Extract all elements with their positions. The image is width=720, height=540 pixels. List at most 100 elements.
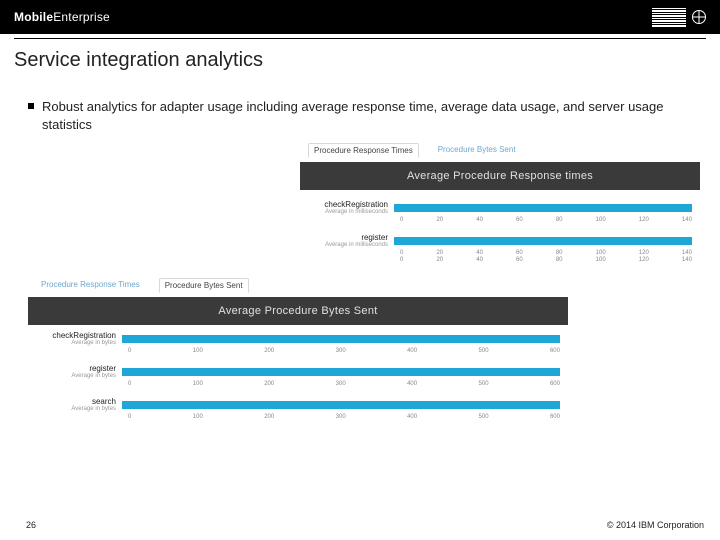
tick: 0 [128,381,131,387]
tick: 500 [479,381,489,387]
bar-label: search Average in bytes [36,397,122,412]
bar-label-sub: Average in milliseconds [308,242,388,248]
tick: 200 [264,381,274,387]
bar-track [394,204,692,212]
tick: 400 [407,348,417,354]
bar-row: checkRegistration Average in millisecond… [300,194,700,215]
tick: 40 [476,217,483,223]
axis: 0 20 40 60 80 100 120 140 [300,215,700,227]
bar-fill [122,401,560,409]
axis: 0 100 200 300 400 500 600 [28,379,568,391]
tick: 600 [550,348,560,354]
brand-right [652,8,706,27]
tick: 60 [516,217,523,223]
tick: 60 [516,250,523,256]
tick: 20 [436,217,443,223]
bar-fill [394,237,692,245]
tick: 600 [550,414,560,420]
bar-track [122,401,560,409]
response-bars: checkRegistration Average in millisecond… [300,190,700,260]
brand-light: Enterprise [53,10,110,24]
tick: 600 [550,381,560,387]
bar-label: register Average in milliseconds [308,233,394,248]
tick: 0 [400,257,403,263]
axis-orphan: 0 20 40 60 80 100 120 140 [300,257,700,263]
tab-bytes-sent[interactable]: Procedure Bytes Sent [159,278,249,293]
tick: 80 [556,250,563,256]
figure-area: Procedure Response Times Procedure Bytes… [0,139,720,499]
tick: 100 [596,250,606,256]
bar-label-sub: Average in bytes [36,373,116,379]
bullet-icon [28,103,34,109]
axis: 0 100 200 300 400 500 600 [28,412,568,424]
tick: 100 [596,257,606,263]
page-title: Service integration analytics [0,39,720,72]
bar-label-text: checkRegistration [324,200,388,209]
bar-label-sub: Average in bytes [36,340,116,346]
tab-bytes-sent[interactable]: Procedure Bytes Sent [433,143,521,158]
tick: 40 [476,250,483,256]
tick: 200 [264,414,274,420]
bar-track [122,335,560,343]
tick: 120 [639,217,649,223]
tick: 300 [336,414,346,420]
tick: 120 [639,250,649,256]
tick: 60 [516,257,523,263]
bytes-bars: checkRegistration Average in bytes 0 100… [28,325,568,424]
tick: 0 [400,250,403,256]
tab-response-times[interactable]: Procedure Response Times [36,278,145,293]
tick: 120 [639,257,649,263]
bar-row: register Average in milliseconds [300,227,700,248]
tick: 140 [682,250,692,256]
tick: 500 [479,414,489,420]
tick: 100 [193,414,203,420]
bar-label-text: register [89,364,116,373]
tick: 0 [400,217,403,223]
bar-label: checkRegistration Average in bytes [36,331,122,346]
panel-bytes-sent: Procedure Response Times Procedure Bytes… [28,274,568,424]
tick: 300 [336,348,346,354]
bar-label-sub: Average in milliseconds [308,209,388,215]
bar-label: checkRegistration Average in millisecond… [308,200,394,215]
tick: 100 [193,348,203,354]
tabs-response: Procedure Response Times Procedure Bytes… [300,139,700,162]
tick: 80 [556,257,563,263]
tabs-bytes: Procedure Response Times Procedure Bytes… [28,274,568,297]
ibm-logo-icon [652,8,686,27]
tick: 40 [476,257,483,263]
bar-row: register Average in bytes [28,358,568,379]
tick: 20 [436,250,443,256]
bullet-list: Robust analytics for adapter usage inclu… [0,72,720,133]
bar-label-text: register [361,233,388,242]
panel-response-times: Procedure Response Times Procedure Bytes… [300,139,700,260]
bar-label-text: search [92,397,116,406]
globe-icon [692,10,706,24]
brand-text: MobileEnterprise [14,10,110,24]
tick: 0 [128,348,131,354]
tick: 200 [264,348,274,354]
footer: 26 © 2014 IBM Corporation [0,504,720,538]
bar-track [122,368,560,376]
top-bar: MobileEnterprise [0,0,720,34]
tick: 300 [336,381,346,387]
bar-track [394,237,692,245]
page-number: 26 [26,520,36,530]
tick: 100 [596,217,606,223]
bar-label-text: checkRegistration [52,331,116,340]
tick: 140 [682,217,692,223]
bullet-text: Robust analytics for adapter usage inclu… [42,98,692,133]
tick: 0 [128,414,131,420]
tab-response-times[interactable]: Procedure Response Times [308,143,419,158]
tick: 140 [682,257,692,263]
bar-label-sub: Average in bytes [36,406,116,412]
tick: 400 [407,414,417,420]
tick: 20 [436,257,443,263]
axis: 0 100 200 300 400 500 600 [28,346,568,358]
tick: 500 [479,348,489,354]
tick: 100 [193,381,203,387]
tick: 80 [556,217,563,223]
bar-row: checkRegistration Average in bytes [28,325,568,346]
bar-fill [394,204,692,212]
panel-header-bytes: Average Procedure Bytes Sent [28,297,568,325]
copyright: © 2014 IBM Corporation [607,520,704,530]
